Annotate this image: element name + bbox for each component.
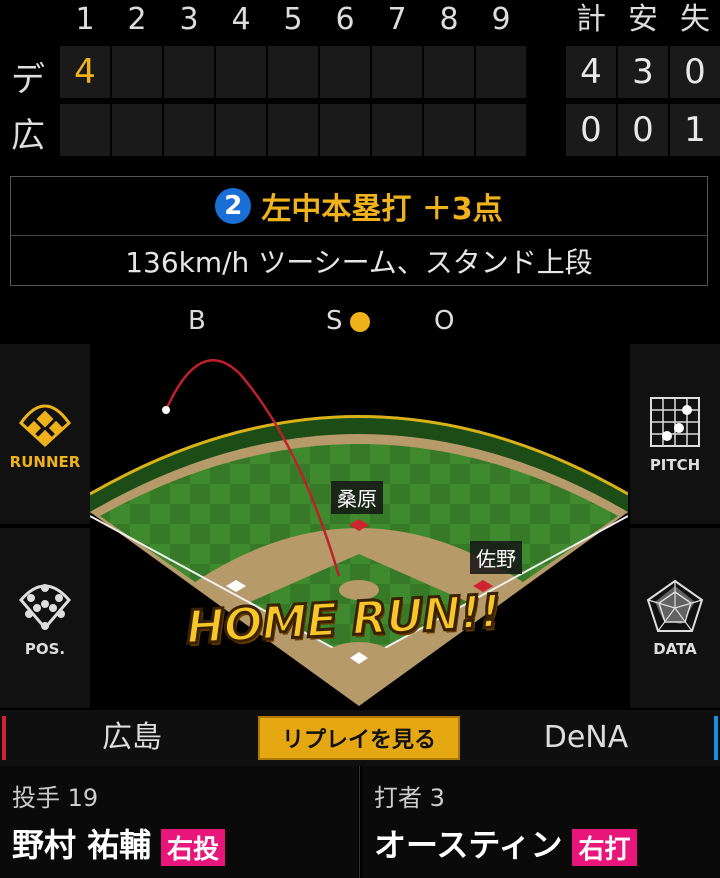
total-runs: 4 (566, 46, 616, 98)
inning-score (476, 104, 526, 156)
batter-role: 打者 3 (374, 784, 445, 812)
replay-button[interactable]: リプレイを見る (258, 716, 460, 760)
data-button[interactable]: DATA (630, 528, 720, 708)
batter-panel[interactable]: 打者 3 オースティン 右打 (362, 766, 720, 878)
inning-score (268, 104, 318, 156)
total-hits-header: 安 (628, 2, 658, 37)
total-errors: 1 (670, 104, 720, 156)
inning-score (112, 46, 162, 98)
total-errors-header: 失 (680, 2, 710, 37)
pitcher-role: 投手 19 (12, 784, 99, 812)
away-team-name: DeNA (543, 720, 629, 755)
panel-divider (359, 766, 360, 878)
pitcher-name: 野村 祐輔 (12, 826, 152, 864)
inning-score (372, 46, 422, 98)
inning-header: 7 (387, 2, 407, 37)
inning-score (112, 104, 162, 156)
pos-button-label: POS. (24, 640, 66, 658)
inning-score (320, 46, 370, 98)
fielder-label-center: 桑原 (331, 481, 383, 514)
inning-score (164, 104, 214, 156)
inning-score (424, 104, 474, 156)
pitch-button-label: PITCH (649, 456, 701, 474)
pos-button[interactable]: POS. (0, 528, 90, 708)
total-errors: 0 (670, 46, 720, 98)
pitcher-panel[interactable]: 投手 19 野村 祐輔 右投 (0, 766, 358, 878)
total-runs: 0 (566, 104, 616, 156)
pitcher-name-line: 野村 祐輔 右投 (12, 820, 226, 866)
team-label-home: 広 (11, 116, 45, 156)
strike-count-label: S (326, 306, 343, 336)
home-team-name: 広島 (102, 720, 162, 755)
play-result-box: 2 左中本塁打 ＋3点 136km/h ツーシーム、スタンド上段 (10, 176, 708, 286)
inning-score (320, 104, 370, 156)
inning-header: 5 (283, 2, 303, 37)
out-count-label: O (434, 306, 455, 336)
total-hits: 0 (618, 104, 668, 156)
total-hits: 3 (618, 46, 668, 98)
pitcher-hand-badge: 右投 (161, 828, 226, 866)
inning-header: 1 (75, 2, 95, 37)
runner-button[interactable]: RUNNER (0, 344, 90, 526)
fielder-label-left: 佐野 (470, 541, 522, 574)
home-team-color-bar (2, 716, 6, 760)
inning-header: 4 (231, 2, 251, 37)
play-result-text: 左中本塁打 ＋3点 (261, 192, 503, 227)
runner-button-label: RUNNER (9, 453, 81, 471)
play-detail-text: 136km/h ツーシーム、スタンド上段 (125, 246, 593, 279)
batter-name: オースティン (374, 826, 563, 864)
inning-score (268, 46, 318, 98)
field-view: 桑原 佐野 HOME RUN!! (90, 344, 628, 708)
play-number-badge: 2 (215, 188, 252, 224)
inning-score (216, 104, 266, 156)
inning-score: 4 (60, 46, 110, 98)
inning-score (164, 46, 214, 98)
inning-score (60, 104, 110, 156)
team-label-away: デ (11, 60, 45, 100)
radar-chart-icon (646, 579, 704, 632)
pitch-grid-icon (650, 397, 700, 447)
play-result-row: 2 左中本塁打 ＋3点 (11, 177, 707, 236)
inning-score (476, 46, 526, 98)
batter-name-line: オースティン 右打 (374, 820, 637, 866)
inning-score (216, 46, 266, 98)
inning-header: 9 (491, 2, 511, 37)
batter-hand-badge: 右打 (572, 828, 637, 866)
inning-header: 3 (179, 2, 199, 37)
total-runs-header: 計 (576, 2, 606, 37)
data-button-label: DATA (653, 640, 697, 658)
pitch-button[interactable]: PITCH (630, 344, 720, 526)
inning-score (424, 46, 474, 98)
ball-count-label: B (188, 306, 206, 336)
inning-header: 6 (335, 2, 355, 37)
positions-icon (19, 584, 71, 631)
away-team-color-bar (714, 716, 718, 760)
inning-score (372, 104, 422, 156)
baseball-field (90, 359, 628, 706)
inning-header: 2 (127, 2, 147, 37)
inning-header: 8 (439, 2, 459, 37)
runner-diamond-icon (19, 404, 71, 447)
strike-indicator (350, 312, 370, 332)
